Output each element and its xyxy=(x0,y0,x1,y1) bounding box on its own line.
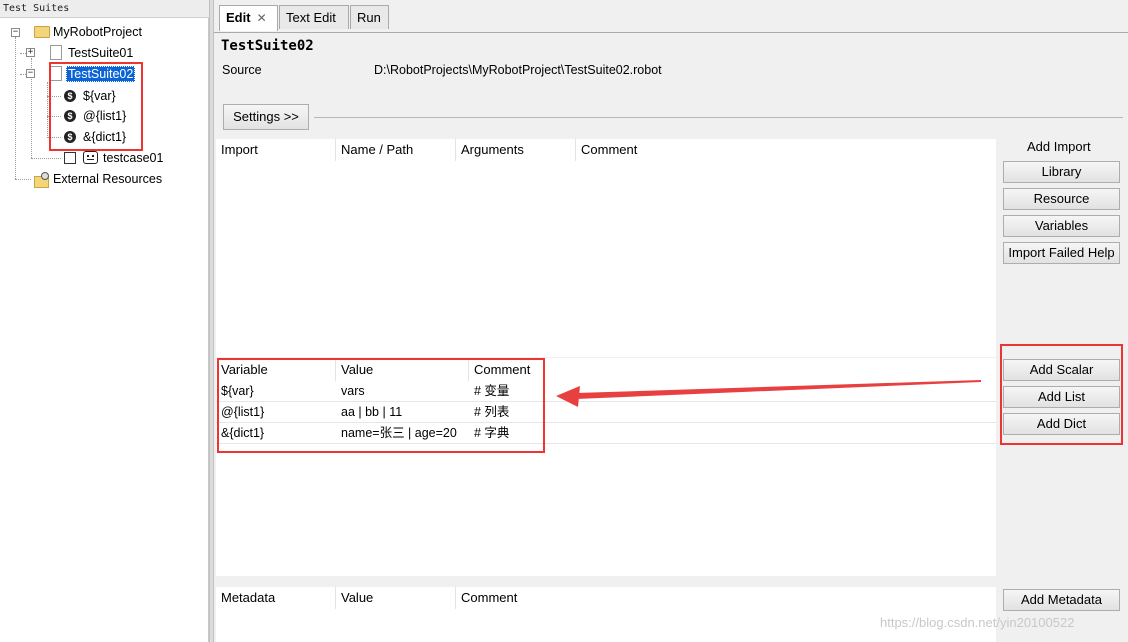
testcase-checkbox[interactable] xyxy=(64,152,76,164)
source-path: D:\RobotProjects\MyRobotProject\TestSuit… xyxy=(374,63,662,77)
folder-icon xyxy=(34,26,50,38)
tree-header: Test Suites xyxy=(0,0,209,18)
add-metadata-button[interactable]: Add Metadata xyxy=(1003,589,1120,611)
import-failed-help-button[interactable]: Import Failed Help xyxy=(1003,242,1120,264)
library-button[interactable]: Library xyxy=(1003,161,1120,183)
metadata-grid[interactable]: Metadata Value Comment xyxy=(216,587,996,642)
tree-line xyxy=(15,179,31,180)
robot-icon xyxy=(83,151,98,164)
divider xyxy=(314,117,1123,118)
tree-item-project[interactable]: MyRobotProject xyxy=(53,25,142,39)
expand-toggle[interactable]: + xyxy=(26,48,35,57)
file-icon xyxy=(50,45,62,60)
column-header: Import xyxy=(216,139,336,161)
import-grid[interactable]: Import Name / Path Arguments Comment xyxy=(216,139,996,357)
watermark: https://blog.csdn.net/yin20100522 xyxy=(880,615,1075,630)
tree-item-suite1[interactable]: TestSuite01 xyxy=(68,46,133,60)
column-header: Comment xyxy=(461,590,518,605)
annotation-arrow xyxy=(556,380,981,407)
highlight-box xyxy=(1000,344,1123,445)
variables-button[interactable]: Variables xyxy=(1003,215,1120,237)
add-import-label: Add Import xyxy=(1027,139,1091,154)
suite-title: TestSuite02 xyxy=(221,38,314,54)
settings-button[interactable]: Settings >> xyxy=(223,104,309,130)
tree-line xyxy=(15,37,16,179)
tab-edit[interactable]: Edit ✕ xyxy=(219,5,278,31)
collapse-toggle[interactable]: − xyxy=(11,28,20,37)
close-icon[interactable]: ✕ xyxy=(257,11,267,25)
tab-run[interactable]: Run xyxy=(350,5,389,29)
column-header: Name / Path xyxy=(336,139,456,161)
tab-edit-label: Edit xyxy=(226,10,251,25)
test-suites-tree[interactable]: Test Suites − MyRobotProject + TestSuite… xyxy=(0,0,209,642)
tree-line xyxy=(47,82,48,138)
tree-line xyxy=(31,158,61,159)
column-header: Arguments xyxy=(456,139,576,161)
tab-text-edit[interactable]: Text Edit xyxy=(279,5,349,29)
highlight-box xyxy=(217,358,545,453)
suite-editor: TestSuite02 Source D:\RobotProjects\MyRo… xyxy=(214,32,1128,642)
column-header: Comment xyxy=(581,142,638,157)
column-header: Metadata xyxy=(216,587,336,609)
external-resources-icon xyxy=(34,172,49,188)
highlight-box xyxy=(49,62,143,151)
collapse-toggle[interactable]: − xyxy=(26,69,35,78)
tree-item-testcase[interactable]: testcase01 xyxy=(103,151,163,165)
tree-item-external[interactable]: External Resources xyxy=(53,172,162,186)
resource-button[interactable]: Resource xyxy=(1003,188,1120,210)
source-label: Source xyxy=(222,63,262,77)
column-header: Value xyxy=(336,587,456,609)
